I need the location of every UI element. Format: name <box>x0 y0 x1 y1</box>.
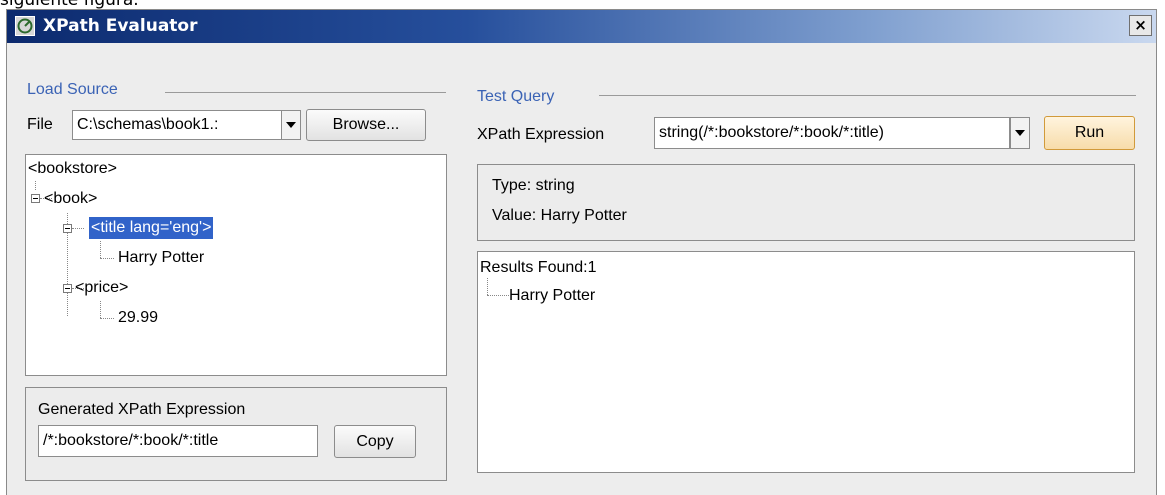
tree-collapse-icon[interactable] <box>31 194 40 203</box>
tree-collapse-icon[interactable] <box>63 224 72 233</box>
chevron-down-icon <box>1015 130 1025 136</box>
tree-node-price-value[interactable]: 29.99 <box>118 307 158 329</box>
xpath-combo-dropdown-button[interactable] <box>1010 117 1030 149</box>
browse-button-label: Browse... <box>332 116 400 133</box>
tree-node-title-selected[interactable]: <title lang='eng'> <box>89 217 214 239</box>
tree-connector <box>100 258 114 259</box>
load-source-divider <box>165 92 446 93</box>
window-title: XPath Evaluator <box>43 16 198 36</box>
run-button-label: Run <box>1074 124 1105 141</box>
result-value-text: Value: Harry Potter <box>492 207 627 224</box>
load-source-group-title: Load Source <box>27 81 118 98</box>
title-bar[interactable]: XPath Evaluator × <box>7 10 1156 43</box>
close-button[interactable]: × <box>1129 15 1152 36</box>
results-header: Results Found:1 <box>480 259 597 276</box>
file-combo-dropdown-button[interactable] <box>281 110 301 140</box>
tree-connector <box>72 228 84 229</box>
chevron-down-icon <box>286 122 296 128</box>
browse-button[interactable]: Browse... <box>306 109 426 141</box>
tree-connector <box>100 318 114 319</box>
generated-xpath-group: Generated XPath Expression /*:bookstore/… <box>25 387 447 481</box>
tree-collapse-icon[interactable] <box>63 284 72 293</box>
app-icon <box>15 16 35 36</box>
file-label: File <box>27 116 53 133</box>
tree-connector <box>100 301 101 318</box>
copy-button-label: Copy <box>356 433 394 450</box>
tree-connector <box>487 278 488 295</box>
tree-node-bookstore[interactable]: <bookstore> <box>28 158 117 180</box>
test-query-group-title: Test Query <box>477 88 555 105</box>
tree-node-price[interactable]: <price> <box>75 277 128 299</box>
results-item[interactable]: Harry Potter <box>509 285 595 307</box>
close-icon: × <box>1134 16 1147 34</box>
test-query-divider <box>599 95 1136 96</box>
xpath-expression-combo[interactable]: string(/*:bookstore/*:book/*:title) <box>654 117 1010 149</box>
run-button[interactable]: Run <box>1044 116 1135 150</box>
file-path-combo[interactable]: C:\schemas\book1.: <box>72 110 282 140</box>
tree-node-book[interactable]: <book> <box>44 188 97 210</box>
source-xml-tree[interactable]: <bookstore> <book> <title lang='eng'> Ha… <box>25 154 447 376</box>
results-tree[interactable]: Results Found:1 Harry Potter <box>477 251 1135 473</box>
tree-connector <box>487 295 509 296</box>
result-type-text: Type: string <box>492 177 575 194</box>
xpath-expression-label: XPath Expression <box>477 126 605 143</box>
xpath-evaluator-window: XPath Evaluator × Load Source File C:\sc… <box>6 9 1157 495</box>
copy-button[interactable]: Copy <box>334 425 416 458</box>
tree-connector <box>100 241 101 258</box>
generated-xpath-input[interactable]: /*:bookstore/*:book/*:title <box>38 425 318 457</box>
tree-node-title-value[interactable]: Harry Potter <box>118 247 204 269</box>
tree-connector <box>35 181 36 190</box>
result-type-panel: Type: string Value: Harry Potter <box>477 164 1135 241</box>
generated-xpath-title: Generated XPath Expression <box>38 401 246 418</box>
